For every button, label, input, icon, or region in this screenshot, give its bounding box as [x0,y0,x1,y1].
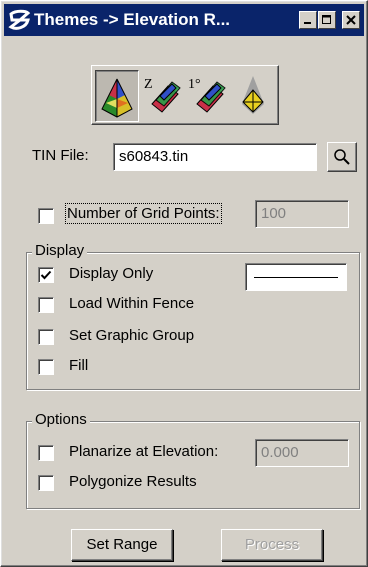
minimize-button[interactable] [299,11,317,29]
elevation-tool-button[interactable] [95,70,139,122]
load-within-fence-label: Load Within Fence [69,295,195,312]
z-slope-icon: Z [144,77,181,113]
z-glyph: Z [144,77,153,92]
polygonize-label: Polygonize Results [69,473,197,490]
z-slope-tool-button[interactable]: Z [140,70,184,122]
fill-checkbox[interactable] [38,359,54,375]
degree-glyph: 1° [188,77,201,92]
display-group-title: Display [32,242,88,259]
minimize-icon [304,22,311,24]
planarize-elevation-input[interactable]: 0.000 [255,439,349,467]
grid-points-input[interactable]: 100 [255,200,349,228]
maximize-button[interactable] [318,11,336,29]
grid-points-checkbox[interactable] [38,208,54,224]
aspect-icon [242,76,264,114]
options-group-title: Options [32,411,90,428]
close-button[interactable] [342,11,360,29]
title-bar[interactable]: Themes -> Elevation R... [4,4,364,36]
microstation-logo-icon [8,9,31,30]
polygonize-checkbox[interactable] [38,475,54,491]
search-icon [334,149,350,165]
set-graphic-group-checkbox[interactable] [38,329,54,345]
set-range-button[interactable]: Set Range [71,529,173,561]
elevation-pyramid-icon [101,78,133,118]
close-icon [346,15,356,25]
planarize-label: Planarize at Elevation: [69,443,219,460]
fill-label: Fill [69,357,89,374]
maximize-icon [322,15,331,24]
display-only-checkbox[interactable] [38,267,54,283]
window-title: Themes -> Elevation R... [34,10,231,29]
browse-tin-button[interactable] [327,142,357,172]
grid-points-label: Number of Grid Points: [65,203,222,224]
tin-file-input[interactable]: s60843.tin [113,143,317,171]
load-within-fence-checkbox[interactable] [38,297,54,313]
tool-strip: Z 1° [91,65,279,125]
line-sample [254,277,338,278]
display-only-label: Display Only [69,265,154,282]
process-button[interactable]: Process [221,529,323,561]
planarize-checkbox[interactable] [38,445,54,461]
tin-file-label: TIN File: [32,147,89,164]
set-graphic-group-label: Set Graphic Group [69,327,195,344]
degree-slope-icon: 1° [188,77,226,113]
check-icon [40,270,52,280]
line-style-preview[interactable] [245,263,347,291]
aspect-tool-button[interactable] [230,70,274,122]
degree-slope-tool-button[interactable]: 1° [185,70,229,122]
themes-elevation-window: Themes -> Elevation R... Z 1° TIN File: … [0,0,368,567]
